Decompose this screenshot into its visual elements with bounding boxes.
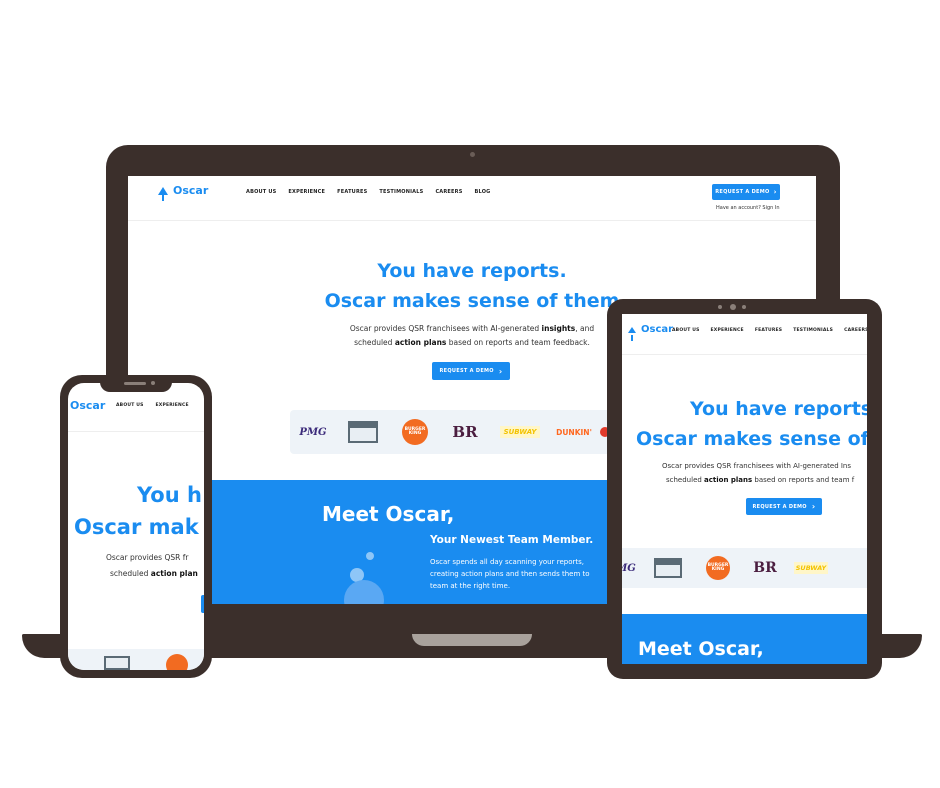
meet-body-line: creating action plans and then sends the… (430, 570, 590, 578)
nav-features[interactable]: FEATURES (337, 189, 367, 195)
hero-sub-bold: action plans (704, 476, 753, 484)
logo-text: Oscar (641, 324, 674, 335)
oscar-logo-icon (628, 326, 636, 341)
robot-head-icon (344, 580, 384, 604)
brand-br: BR (452, 423, 478, 441)
brand-pmg: MG (622, 562, 636, 574)
phone-hero-title-line1: You h (137, 483, 202, 507)
tablet-hero-subtitle-line1: Oscar provides QSR franchisees with AI-g… (662, 462, 852, 470)
robot-antenna-icon (366, 552, 374, 560)
phone-brand-logo-strip (68, 649, 204, 670)
tablet-sensor (742, 305, 746, 309)
nav-careers[interactable]: CAREERS (844, 328, 867, 333)
tablet-hero-title-line1: You have reports (690, 398, 867, 420)
nav-testimonials[interactable]: TESTIMONIALS (793, 328, 833, 333)
tablet-hero-subtitle-line2: scheduled action plans based on reports … (666, 476, 854, 484)
chevron-right-icon: › (811, 502, 816, 511)
meet-body: Oscar spends all day scanning your repor… (430, 556, 590, 592)
phone-speaker (124, 382, 146, 385)
phone-notch (100, 378, 172, 392)
tablet-meet-oscar-section: Meet Oscar, (622, 614, 867, 664)
phone-camera (151, 381, 155, 385)
hero-request-demo-button[interactable]: REQUEST A DEMO › (432, 362, 510, 380)
burger-king-logo-text: BURGER KING (404, 426, 426, 436)
brand-dunkin: DUNKIN' (556, 427, 592, 437)
logo-text: Oscar (173, 184, 209, 197)
hero-sub-text: scheduled (666, 476, 705, 484)
main-nav: ABOUT US EXPERIENCE FEATURES TESTIMONIAL… (246, 189, 491, 195)
nav-features[interactable]: FEATURES (755, 328, 782, 333)
tablet-brand-logo-strip: MG BURGER KING BR SUBWAY (622, 548, 867, 588)
ups-store-icon (104, 656, 130, 670)
phone-hero-title-line2: Oscar mak (74, 515, 199, 539)
nav-about-us[interactable]: ABOUT US (672, 328, 700, 333)
hero-demo-label: REQUEST A DEMO (439, 368, 494, 374)
tablet-camera (730, 304, 736, 310)
tablet-sensor (718, 305, 722, 309)
hero-sub-text: , and (575, 324, 595, 333)
meet-body-line: team at the right time. (430, 582, 511, 590)
hero-sub-bold: action plan (150, 569, 198, 578)
phone-oscar-logo[interactable]: Oscar (70, 399, 105, 412)
site-header: Oscar ABOUT US EXPERIENCE FEATURES TESTI… (128, 176, 816, 221)
burger-king-logo: BURGER KING (402, 419, 428, 445)
header-demo-label: REQUEST A DEMO (715, 189, 770, 195)
laptop-trackpad-notch (412, 634, 532, 646)
nav-experience[interactable]: EXPERIENCE (156, 403, 189, 408)
hero-sub-bold: insights (541, 324, 576, 333)
header-request-demo-button[interactable]: REQUEST A DEMO › (712, 184, 780, 200)
tablet-meet-title: Meet Oscar, (638, 638, 764, 660)
meet-body-line: Oscar spends all day scanning your repor… (430, 558, 584, 566)
hero-sub-text: based on reports and team f (752, 476, 855, 484)
hero-sub-text: scheduled (354, 338, 395, 347)
phone-hero-subtitle-line2: scheduled action plan (110, 569, 198, 578)
hero-sub-text: based on reports and team feedback. (446, 338, 590, 347)
brand-subway: SUBWAY (500, 426, 540, 438)
hero-title-line1: You have reports. (377, 260, 567, 282)
logo-text: Oscar (70, 399, 106, 412)
sign-in-link[interactable]: Have an account? Sign In (716, 205, 780, 211)
chevron-right-icon: › (773, 188, 777, 196)
chevron-right-icon: › (498, 366, 503, 376)
nav-blog[interactable]: BLOG (475, 189, 491, 195)
oscar-logo[interactable]: Oscar (158, 184, 209, 201)
oscar-logo-icon (158, 186, 168, 201)
brand-pmg: PMG (299, 426, 327, 438)
hero-sub-bold: action plans (394, 338, 447, 347)
nav-about-us[interactable]: ABOUT US (116, 403, 144, 408)
tablet-header: Oscar ABOUT US EXPERIENCE FEATURES TESTI… (622, 314, 867, 355)
meet-title: Meet Oscar, (322, 502, 455, 526)
nav-careers[interactable]: CAREERS (435, 189, 462, 195)
tablet-hero-title-line2: Oscar makes sense of (636, 428, 867, 450)
hero-sub-text: scheduled (110, 569, 151, 578)
ups-store-icon (654, 558, 682, 578)
hero-demo-label: REQUEST A DEMO (752, 503, 807, 510)
brand-subway: SUBWAY (794, 562, 828, 574)
meet-subtitle: Your Newest Team Member. (430, 534, 594, 546)
burger-king-logo-text: BURGER KING (707, 562, 729, 572)
tablet-request-demo-button[interactable]: REQUEST A DEMO › (746, 498, 822, 515)
phone-screen: Oscar ABOUT US EXPERIENCE You h Oscar ma… (68, 383, 204, 670)
ups-store-icon (348, 421, 378, 443)
burger-king-logo: BURGER KING (706, 556, 730, 580)
phone-request-demo-button[interactable] (201, 595, 204, 613)
laptop-camera (470, 152, 475, 157)
nav-about-us[interactable]: ABOUT US (246, 189, 276, 195)
phone-nav: ABOUT US EXPERIENCE (116, 403, 189, 408)
nav-experience[interactable]: EXPERIENCE (288, 189, 325, 195)
tablet-oscar-logo[interactable]: Oscar (628, 324, 674, 341)
tablet-screen: Oscar ABOUT US EXPERIENCE FEATURES TESTI… (622, 314, 867, 664)
burger-king-logo (166, 654, 188, 670)
nav-testimonials[interactable]: TESTIMONIALS (379, 189, 423, 195)
nav-experience[interactable]: EXPERIENCE (711, 328, 744, 333)
hero-sub-text: Oscar provides QSR franchisees with AI-g… (349, 324, 542, 333)
tablet-nav: ABOUT US EXPERIENCE FEATURES TESTIMONIAL… (672, 328, 867, 333)
brand-br: BR (753, 560, 777, 576)
phone-hero-subtitle-line1: Oscar provides QSR fr (106, 553, 189, 562)
